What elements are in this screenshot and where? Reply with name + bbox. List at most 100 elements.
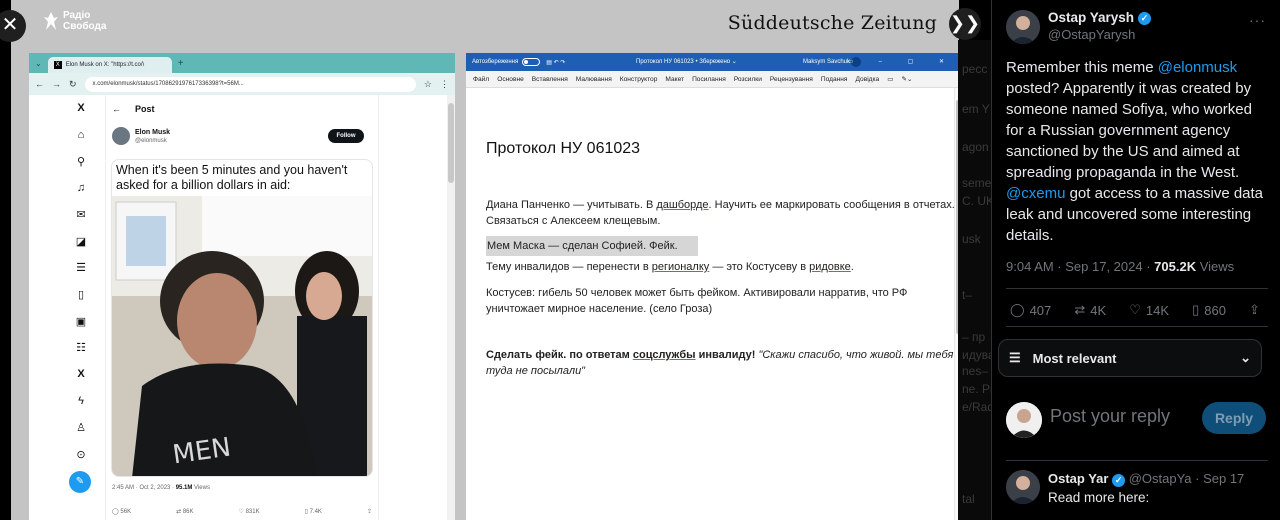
repost-action[interactable]: ⇄ 86K [176, 508, 193, 515]
mail-icon[interactable]: ✉ [69, 201, 93, 228]
menu-help[interactable]: Довідка [856, 76, 880, 83]
repost-button[interactable]: ⇄ 4K [1074, 302, 1106, 318]
meme-card[interactable]: When it's been 5 minutes and you haven't… [111, 159, 373, 477]
editing-icon[interactable]: ✎⌄ [901, 75, 912, 83]
ghost-line: em Y [962, 102, 990, 116]
share-icon[interactable]: ⇪ [367, 508, 372, 515]
paragraph-1: Диана Панченко — учитывать. В дашборде. … [486, 197, 956, 229]
menu-draw[interactable]: Малювання [576, 76, 612, 83]
browser-tab[interactable]: X Elon Musk on X: "https://t.co/\ [47, 57, 172, 73]
user-name[interactable]: Maksym Savchuk [803, 53, 850, 71]
tweet-actions: ◯ 407 ⇄ 4K ♡ 14K ▯ 860 ⇪ [1010, 302, 1260, 318]
tweet-author-handle[interactable]: @OstapYarysh [1048, 26, 1151, 44]
document-page[interactable]: Протокол НУ 061023 Диана Панченко — учит… [486, 141, 956, 379]
menu-home[interactable]: Основне [497, 76, 524, 83]
comment-icon[interactable]: ▭ [887, 75, 893, 83]
premium-icon[interactable]: X [69, 361, 93, 388]
tweet-views-label: Views [1196, 259, 1235, 274]
menu-review[interactable]: Рецензування [770, 76, 813, 83]
star-icon[interactable]: ☆ [424, 79, 432, 90]
compose-icon[interactable]: ✎ [69, 471, 91, 494]
author-avatar[interactable] [112, 127, 130, 145]
back-arrow-icon[interactable]: ← [112, 104, 121, 114]
tweet-time[interactable]: 9:04 AM · Sep 17, 2024 · [1006, 259, 1154, 274]
sliders-icon: ☰ [1009, 350, 1021, 365]
autosave-label: Автозбереження [472, 59, 519, 65]
reply-icon: ◯ [1010, 302, 1025, 317]
like-count: 831K [245, 509, 260, 515]
reply-author-avatar[interactable] [1006, 470, 1040, 504]
new-tab-button[interactable]: + [178, 55, 184, 73]
window-controls[interactable]: ▭ – ▢ ✕ [847, 53, 956, 71]
communities-icon[interactable]: ☷ [69, 334, 93, 361]
x-post-column: ← Post Elon Musk @elonmusk Follow When i… [105, 95, 379, 520]
paragraph-3: Тему инвалидов — перенести в регионалку … [486, 259, 956, 275]
extensions-icon[interactable]: ⋮ [440, 79, 449, 90]
radio-svoboda-icon [44, 12, 58, 30]
browser-tab-title: Elon Musk on X: "https://t.co/\ [65, 62, 145, 68]
post-header-title: Post [135, 104, 155, 114]
save-icon[interactable]: ▤ ↶ ↷ [546, 59, 565, 66]
more-options-icon[interactable]: ··· [1249, 12, 1266, 28]
like-action[interactable]: ♡ 831K [239, 508, 260, 515]
search-icon[interactable]: ⚲ [69, 148, 93, 175]
current-user-avatar[interactable] [1006, 402, 1042, 438]
menu-view[interactable]: Подання [821, 76, 848, 83]
bookmark-button[interactable]: ▯ 860 [1192, 302, 1226, 318]
bookmark-action[interactable]: ▯ 7.4K [305, 508, 322, 515]
divider [1006, 460, 1268, 461]
author-handle[interactable]: @elonmusk [135, 137, 170, 145]
menu-insert[interactable]: Вставлення [532, 76, 568, 83]
verified-orgs-icon[interactable]: ϟ [69, 388, 93, 415]
reply-author-handle[interactable]: @OstapYa · Sep 17 [1129, 471, 1245, 486]
reply-sort-dropdown[interactable]: ☰ Most relevant ⌄ [998, 339, 1262, 377]
home-icon[interactable]: ⌂ [69, 122, 93, 149]
post-views-label: Views [192, 485, 210, 491]
browser-menu-icon[interactable]: ⌄ [35, 55, 42, 73]
autosave-toggle[interactable] [522, 58, 541, 66]
follow-button[interactable]: Follow [328, 129, 364, 143]
reply-input[interactable]: Post your reply [1050, 406, 1170, 427]
author-portrait-icon [1006, 10, 1040, 44]
repost-count: 4K [1090, 302, 1107, 318]
reply-action[interactable]: ◯ 56K [112, 508, 131, 515]
grok-icon[interactable]: ◪ [69, 228, 93, 255]
p3-underlined-1: регионалку [651, 261, 710, 273]
menu-design[interactable]: Конструктор [620, 76, 658, 83]
bell-icon[interactable]: ♫ [69, 175, 93, 202]
reply-author-name[interactable]: Ostap Yar [1048, 471, 1108, 486]
reload-icon[interactable]: ↻ [69, 79, 77, 90]
x-logo-icon[interactable]: X [69, 95, 93, 122]
browser-scrollbar[interactable] [447, 95, 455, 520]
address-bar[interactable]: x.com/elonmusk/status/170862919761733639… [84, 76, 416, 92]
profile-icon[interactable]: ♙ [69, 414, 93, 441]
browser-scroll-thumb[interactable] [448, 103, 454, 183]
post-author: Elon Musk @elonmusk Follow [106, 123, 378, 149]
menu-file[interactable]: Файл [473, 76, 489, 83]
bookmark-count: 7.4K [309, 509, 322, 515]
collapse-panel-icon[interactable]: ❯❯ [949, 8, 981, 40]
post-meta: 2:45 AM · Oct 2, 2023 · 95.1M Views [112, 485, 210, 491]
forward-icon[interactable]: → [52, 79, 61, 89]
reply-button[interactable]: ◯ 407 [1010, 302, 1051, 318]
document-title[interactable]: Протокол НУ 061023 • Збережено ⌄ [636, 53, 737, 71]
tweet-text: Remember this meme @elonmusk posted? App… [1006, 57, 1272, 246]
more-icon[interactable]: ⊙ [69, 441, 93, 468]
tweet-author-name[interactable]: Ostap Yarysh [1048, 10, 1134, 26]
tweet-author-avatar[interactable] [1006, 10, 1040, 44]
author-name[interactable]: Elon Musk [135, 128, 170, 137]
jobs-icon[interactable]: ▣ [69, 308, 93, 335]
bookmark-icon[interactable]: ▯ [69, 281, 93, 308]
like-button[interactable]: ♡ 14K [1129, 302, 1169, 318]
share-icon[interactable]: ⇪ [1249, 302, 1260, 318]
menu-layout[interactable]: Макет [665, 76, 684, 83]
mention-cxemu[interactable]: @cxemu [1006, 185, 1065, 202]
reply-text: Read more here: [1048, 490, 1150, 505]
menu-mailings[interactable]: Розсилки [734, 76, 762, 83]
tweet-text-1: Remember this meme [1006, 59, 1158, 76]
mention-elonmusk[interactable]: @elonmusk [1158, 59, 1237, 76]
reply-submit-button[interactable]: Reply [1202, 402, 1266, 434]
lists-icon[interactable]: ☰ [69, 255, 93, 282]
menu-references[interactable]: Посилання [692, 76, 726, 83]
back-icon[interactable]: ← [35, 79, 44, 89]
